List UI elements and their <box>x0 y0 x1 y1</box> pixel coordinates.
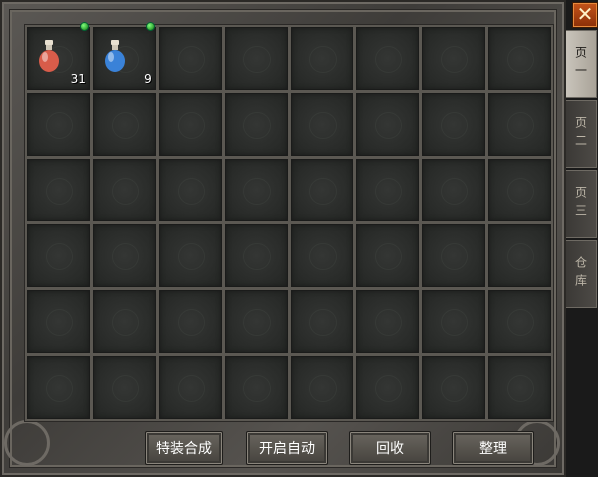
inventory-slot[interactable] <box>92 92 156 156</box>
inventory-slot[interactable] <box>27 158 90 222</box>
tab-label: 仓库 <box>573 256 588 292</box>
inventory-slot[interactable] <box>290 224 354 288</box>
tab-page-3[interactable]: 页三 <box>566 170 597 238</box>
inventory-slot[interactable]: 31 <box>27 23 90 90</box>
inventory-slot[interactable] <box>488 356 551 419</box>
inventory-slot[interactable] <box>488 92 551 156</box>
new-item-indicator <box>146 23 154 30</box>
inventory-slot[interactable] <box>488 290 551 354</box>
inventory-slot[interactable] <box>422 224 486 288</box>
close-icon: ✕ <box>576 2 594 26</box>
red-potion-icon <box>39 40 59 72</box>
item-quantity: 9 <box>144 71 152 86</box>
inventory-slot[interactable] <box>224 92 288 156</box>
inventory-slot[interactable] <box>422 92 486 156</box>
inventory-slot[interactable] <box>158 92 222 156</box>
synthesize-button[interactable]: 特装合成 <box>145 431 223 465</box>
tab-label: 页一 <box>573 46 588 82</box>
recycle-label: 回收 <box>376 441 404 457</box>
inventory-slot[interactable] <box>158 290 222 354</box>
inventory-slot[interactable] <box>422 27 486 90</box>
inventory-slot[interactable] <box>488 27 551 90</box>
tab-label: 页二 <box>573 116 588 152</box>
tab-label: 页三 <box>573 186 588 222</box>
inventory-slot[interactable] <box>290 92 354 156</box>
recycle-button[interactable]: 回收 <box>349 431 431 465</box>
tab-page-1[interactable]: 页一 <box>566 30 597 98</box>
auto-label: 开启自动 <box>259 441 315 457</box>
tab-warehouse[interactable]: 仓库 <box>566 240 597 308</box>
new-item-indicator <box>80 23 88 30</box>
inventory-slot[interactable] <box>356 92 420 156</box>
corner-ornament-left <box>4 420 50 466</box>
item-quantity: 31 <box>70 71 86 86</box>
inventory-slot[interactable] <box>422 158 486 222</box>
inventory-slot[interactable] <box>290 27 354 90</box>
inventory-slot[interactable] <box>422 290 486 354</box>
tab-page-2[interactable]: 页二 <box>566 100 597 168</box>
inventory-slot[interactable] <box>290 356 354 419</box>
inventory-slot[interactable] <box>224 27 288 90</box>
inventory-slot[interactable] <box>158 27 222 90</box>
inventory-slot[interactable] <box>158 158 222 222</box>
inventory-slot[interactable] <box>27 224 90 288</box>
blue-potion-icon <box>104 40 125 72</box>
inventory-slot[interactable] <box>27 290 90 354</box>
sort-button[interactable]: 整理 <box>452 431 534 465</box>
inventory-slot[interactable] <box>158 356 222 419</box>
inventory-slot[interactable] <box>92 158 156 222</box>
inventory-slot[interactable] <box>356 27 420 90</box>
synthesize-label: 特装合成 <box>156 441 212 457</box>
inventory-slot[interactable] <box>356 158 420 222</box>
inventory-slot[interactable] <box>92 356 156 419</box>
inventory-slot[interactable] <box>488 158 551 222</box>
inventory-slot[interactable] <box>27 356 90 419</box>
inventory-slot[interactable] <box>92 290 156 354</box>
inventory-slot[interactable] <box>356 290 420 354</box>
inventory-slot[interactable] <box>356 356 420 419</box>
inventory-slot[interactable] <box>92 224 156 288</box>
inventory-slot[interactable] <box>290 290 354 354</box>
page-tabs: 页一 页二 页三 仓库 <box>566 30 598 310</box>
inventory-slot[interactable] <box>422 356 486 419</box>
inventory-slot[interactable] <box>224 356 288 419</box>
inventory-slot[interactable] <box>158 224 222 288</box>
auto-button[interactable]: 开启自动 <box>246 431 328 465</box>
inventory-grid: 31 9 <box>24 23 554 422</box>
inventory-slot[interactable] <box>27 92 90 156</box>
inventory-slot[interactable]: 9 <box>92 23 156 90</box>
inventory-slot[interactable] <box>488 224 551 288</box>
inventory-slot[interactable] <box>356 224 420 288</box>
inventory-slot[interactable] <box>224 290 288 354</box>
close-button[interactable]: ✕ <box>572 2 598 28</box>
inventory-slot[interactable] <box>290 158 354 222</box>
sort-label: 整理 <box>479 441 507 457</box>
inventory-slot[interactable] <box>224 224 288 288</box>
inventory-slot[interactable] <box>224 158 288 222</box>
